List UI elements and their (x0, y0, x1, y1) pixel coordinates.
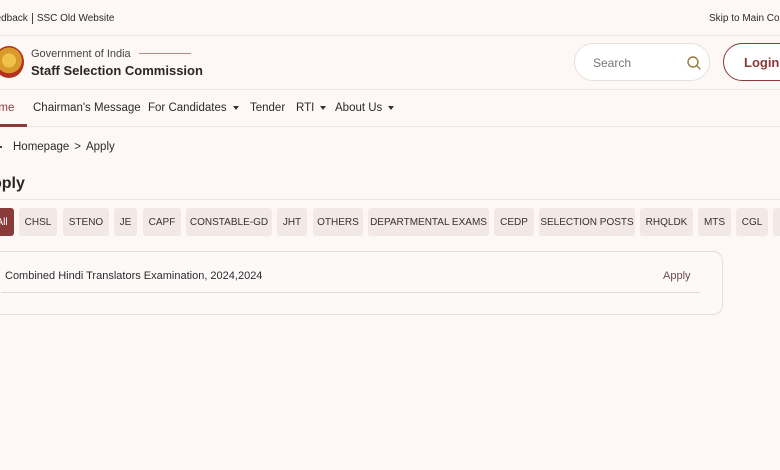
tab-constable-gd[interactable]: CONSTABLE-GD (186, 208, 272, 236)
tab-all[interactable]: All (0, 208, 14, 236)
government-label: Government of India (31, 48, 131, 60)
chevron-down-icon (388, 106, 395, 110)
tab-steno[interactable]: STENO (63, 208, 109, 236)
nav-chairmans-message-label: Chairman's Message (33, 102, 141, 114)
tab-more[interactable] (773, 208, 780, 236)
top-utility-bar: eedback SSC Old Website Skip to Main Con… (0, 0, 780, 36)
utility-divider (31, 13, 33, 24)
tab-cedp[interactable]: CEDP (494, 208, 534, 236)
tab-rhqldk[interactable]: RHQLDK (640, 208, 693, 236)
exam-filter-tabs: All CHSL STENO JE CAPF CONSTABLE-GD JHT … (0, 208, 780, 236)
tab-selection-posts[interactable]: SELECTION POSTS (539, 208, 635, 236)
tab-others[interactable]: OTHERS (313, 208, 363, 236)
nav-home[interactable]: ome (0, 102, 14, 114)
search-icon[interactable] (686, 55, 702, 71)
nav-for-candidates[interactable]: For Candidates (148, 102, 239, 114)
main-navigation: ome Chairman's Message For Candidates Te… (0, 90, 780, 127)
notice-divider (1, 292, 700, 293)
tab-departmental-exams[interactable]: DEPARTMENTAL EXAMS (368, 208, 489, 236)
header-divider (139, 53, 191, 54)
notice-title[interactable]: Combined Hindi Translators Examination, … (5, 270, 262, 282)
nav-rti-label: RTI (296, 102, 315, 114)
feedback-link[interactable]: eedback (0, 13, 28, 24)
skip-to-main-link[interactable]: Skip to Main Cont (709, 13, 780, 24)
login-button[interactable]: Login (723, 43, 780, 81)
tab-chsl[interactable]: CHSL (19, 208, 57, 236)
back-icon[interactable] (0, 146, 2, 148)
chevron-down-icon (320, 106, 327, 110)
tab-capf[interactable]: CAPF (143, 208, 181, 236)
tab-jht[interactable]: JHT (277, 208, 307, 236)
breadcrumb-separator: > (74, 141, 81, 153)
nav-for-candidates-label: For Candidates (148, 102, 227, 114)
nav-rti[interactable]: RTI (296, 102, 327, 114)
nav-about-us-label: About Us (335, 102, 383, 114)
breadcrumb: Homepage > Apply (0, 141, 115, 153)
tab-mts[interactable]: MTS (698, 208, 731, 236)
breadcrumb-current: Apply (85, 141, 115, 153)
tab-je[interactable]: JE (114, 208, 137, 236)
active-nav-indicator (0, 124, 27, 127)
breadcrumb-home-link[interactable]: Homepage (13, 141, 69, 153)
nav-tender[interactable]: Tender (250, 102, 285, 114)
nav-about-us[interactable]: About Us (335, 102, 395, 114)
old-website-link[interactable]: SSC Old Website (37, 13, 115, 24)
nav-tender-label: Tender (250, 102, 286, 114)
emblem-icon[interactable] (0, 46, 24, 78)
search-box[interactable] (574, 43, 710, 81)
nav-home-label: ome (0, 102, 15, 114)
chevron-down-icon (232, 106, 239, 110)
notice-card: Combined Hindi Translators Examination, … (0, 251, 723, 315)
site-header: Government of India Staff Selection Comm… (0, 36, 780, 90)
utility-links: eedback SSC Old Website (0, 13, 114, 24)
site-title[interactable]: Staff Selection Commission (31, 63, 203, 78)
search-input[interactable] (593, 54, 683, 72)
apply-link[interactable]: Apply (663, 270, 691, 282)
title-divider (0, 199, 780, 200)
tab-cgl[interactable]: CGL (736, 208, 768, 236)
nav-chairmans-message[interactable]: Chairman's Message (33, 102, 141, 114)
page-title: pply (0, 175, 25, 192)
